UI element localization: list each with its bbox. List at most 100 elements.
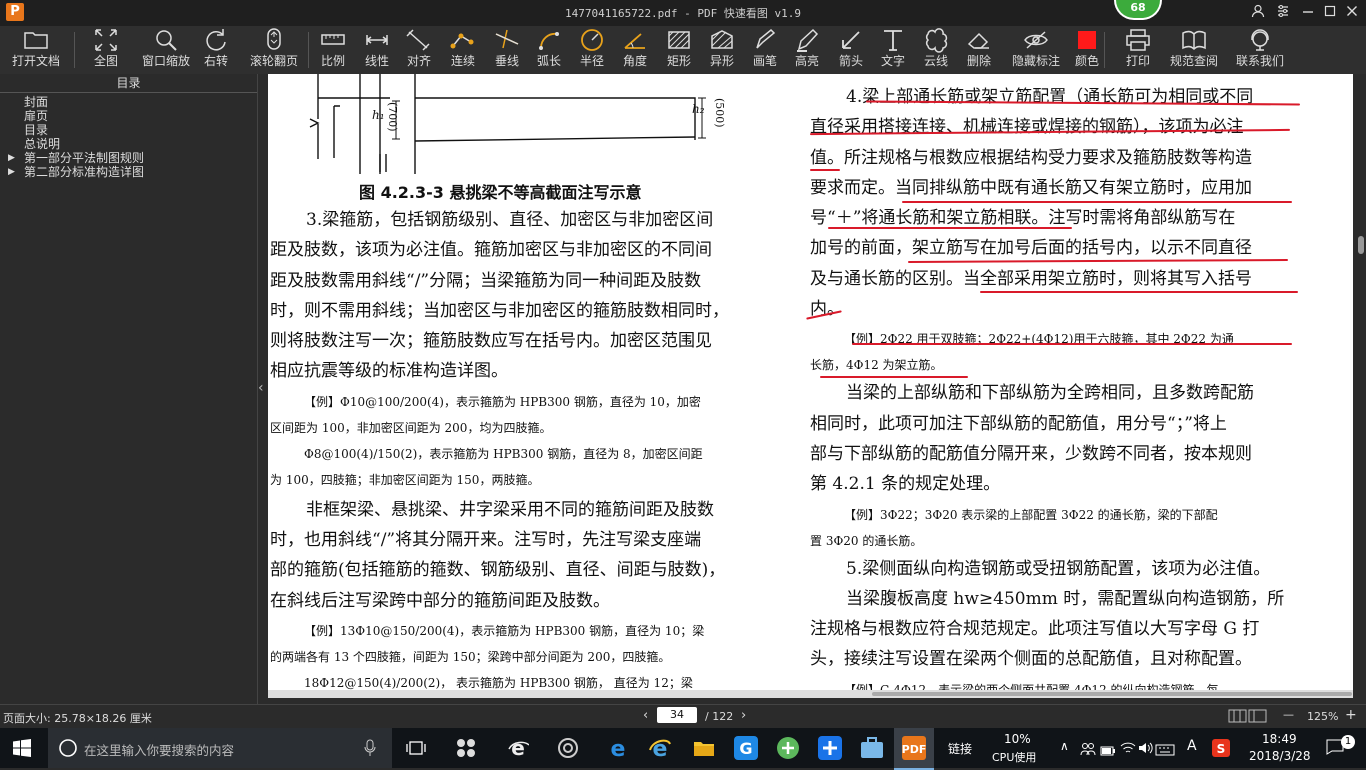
- volume-icon[interactable]: [1138, 740, 1154, 759]
- clock-date[interactable]: 2018/3/28: [1249, 749, 1311, 763]
- link-label[interactable]: 链接: [948, 740, 972, 757]
- windows-start-icon[interactable]: [8, 734, 36, 762]
- app-g-icon[interactable]: G: [732, 734, 760, 762]
- toolbar-perp-button[interactable]: 垂线: [490, 26, 524, 74]
- file-explorer-icon[interactable]: [690, 734, 718, 762]
- keyboard-icon[interactable]: [1155, 741, 1175, 760]
- pen-annotation[interactable]: [980, 291, 1298, 293]
- toolbar-contact-button[interactable]: 联系我们: [1230, 26, 1290, 74]
- pen-annotation[interactable]: [852, 343, 1292, 345]
- paragraph-stirrups: 3.梁箍筋，包括钢筋级别、直径、加密区与非加密区间 距及肢数，该项为必注值。箍筋…: [270, 210, 729, 382]
- toolbar-continuous-button[interactable]: 连续: [446, 26, 480, 74]
- people-icon[interactable]: [1080, 741, 1096, 760]
- support-icon: [1251, 29, 1269, 51]
- toc-item-title-page[interactable]: 扉页: [0, 109, 257, 123]
- app-blue-icon[interactable]: [816, 734, 844, 762]
- maximize-icon[interactable]: [1324, 4, 1336, 22]
- zoom-out-button[interactable]: —: [1283, 708, 1294, 721]
- toolbar-label: 垂线: [494, 54, 519, 68]
- toolbar-highlight-button[interactable]: 高亮: [790, 26, 824, 74]
- toc-item-cover[interactable]: 封面: [0, 95, 257, 109]
- battery-icon[interactable]: [1100, 742, 1116, 761]
- task-view-icon[interactable]: [402, 734, 430, 762]
- vertical-scrollbar[interactable]: [1356, 74, 1366, 698]
- next-page-icon[interactable]: ›: [741, 708, 746, 723]
- toolbar-print-button[interactable]: 打印: [1121, 26, 1155, 74]
- toolbar-open-button[interactable]: 打开文档: [6, 26, 66, 74]
- irregular-icon: [711, 30, 733, 49]
- pen-annotation[interactable]: [902, 201, 1292, 203]
- example-bottom-rebar: 【例】3Φ22；3Φ20 表示梁的上部配置 3Φ22 的通长筋，梁的下部配 置 …: [810, 507, 1218, 548]
- collapse-sidebar-icon[interactable]: ‹: [258, 380, 264, 396]
- toolbar-separator: [1104, 32, 1105, 68]
- toolbar-irregular-button[interactable]: 异形: [705, 26, 739, 74]
- browser-e-icon[interactable]: e: [504, 734, 532, 762]
- user-icon[interactable]: [1251, 4, 1265, 22]
- expand-icon[interactable]: ▶: [8, 165, 15, 179]
- expand-icon[interactable]: ▶: [8, 151, 15, 165]
- color-icon: [1078, 31, 1096, 49]
- toc-list: 封面 扉页 目录 总说明 ▶ 第一部分平法制图规则 ▶ 第二部分标准构造详图: [0, 93, 257, 179]
- fan-app-icon[interactable]: [452, 734, 480, 762]
- toolbar-zoom-button[interactable]: 窗口缩放: [136, 26, 196, 74]
- prev-page-icon[interactable]: ‹: [643, 708, 648, 723]
- toolbar-pen-button[interactable]: 画笔: [748, 26, 782, 74]
- search-box[interactable]: 在这里输入你要搜索的内容: [48, 728, 392, 768]
- toolbar-fit-button[interactable]: 全图: [89, 26, 123, 74]
- pdf-viewer-taskbar-button[interactable]: PDF: [894, 728, 934, 770]
- toolbar-rotate-button[interactable]: 右转: [199, 26, 233, 74]
- clock-time[interactable]: 18:49: [1262, 732, 1297, 746]
- toolbar-text-button[interactable]: 文字: [876, 26, 910, 74]
- pen-annotation[interactable]: [810, 169, 840, 171]
- toc-item-part1[interactable]: ▶ 第一部分平法制图规则: [0, 151, 257, 165]
- example-stirrups-3: 【例】13Φ10@150/200(4)，表示箍筋为 HPB300 钢筋，直径为 …: [270, 623, 705, 690]
- view-mode-icon[interactable]: [1228, 709, 1268, 726]
- toc-item-part2[interactable]: ▶ 第二部分标准构造详图: [0, 165, 257, 179]
- zoom-in-button[interactable]: +: [1345, 707, 1357, 723]
- toolbar-arrow-button[interactable]: 箭头: [834, 26, 868, 74]
- dim-h1: h₁: [372, 108, 385, 122]
- toolbar-color-button[interactable]: 颜色: [1070, 26, 1104, 74]
- toolbar-delete-button[interactable]: 删除: [962, 26, 996, 74]
- app-green-icon[interactable]: [774, 734, 802, 762]
- toolbar-linear-button[interactable]: 线性: [360, 26, 394, 74]
- toolbar-separator: [308, 32, 309, 68]
- svg-text:S: S: [1217, 742, 1226, 756]
- ie-icon[interactable]: e: [646, 734, 674, 762]
- zoom-level[interactable]: 125%: [1307, 710, 1338, 723]
- page-number-input[interactable]: 34: [657, 707, 697, 723]
- sogou-icon[interactable]: S: [1212, 739, 1230, 761]
- toc-item-contents[interactable]: 目录: [0, 123, 257, 137]
- pen-annotation[interactable]: [820, 376, 968, 378]
- toolbar-label: 滚轮翻页: [249, 54, 298, 68]
- toolbar-scale-button[interactable]: 比例: [316, 26, 350, 74]
- toolbar-scroll-button[interactable]: 滚轮翻页: [244, 26, 304, 74]
- toolbar-arc-button[interactable]: 弧长: [532, 26, 566, 74]
- show-hidden-icons-icon[interactable]: ∧: [1060, 739, 1069, 753]
- toolbar-angle-button[interactable]: 角度: [618, 26, 652, 74]
- document-page[interactable]: h₁ (700) h₂ (500) 图 4.2.3-3 悬挑梁不等高截面注写示意…: [268, 74, 1353, 698]
- window-title: 1477041165722.pdf - PDF 快速看图 v1.9: [564, 7, 802, 20]
- app-briefcase-icon[interactable]: [858, 734, 886, 762]
- toolbar-hide-button[interactable]: 隐藏标注: [1006, 26, 1066, 74]
- theme-icon[interactable]: [1276, 4, 1290, 22]
- horizontal-scroll-thumb[interactable]: [872, 692, 1352, 696]
- toolbar-align-button[interactable]: 对齐: [402, 26, 436, 74]
- chrome-like-icon[interactable]: [554, 734, 582, 762]
- mouse-icon: [267, 28, 281, 50]
- edge-icon[interactable]: e: [604, 734, 632, 762]
- close-icon[interactable]: [1346, 4, 1358, 22]
- microphone-icon[interactable]: [364, 739, 376, 761]
- dim-h2-value: (500): [713, 98, 726, 128]
- toolbar-cloud-button[interactable]: 云线: [919, 26, 953, 74]
- minimize-icon[interactable]: [1302, 4, 1314, 22]
- toolbar-norm-button[interactable]: 规范查阅: [1164, 26, 1224, 74]
- toolbar-rect-button[interactable]: 矩形: [662, 26, 696, 74]
- toc-item-general[interactable]: 总说明: [0, 137, 257, 151]
- pen-annotation[interactable]: [828, 227, 1072, 229]
- ime-indicator[interactable]: A: [1187, 738, 1197, 754]
- wifi-icon[interactable]: [1120, 740, 1136, 759]
- toolbar-label: 矩形: [666, 54, 691, 68]
- toolbar-radius-button[interactable]: 半径: [575, 26, 609, 74]
- vertical-scroll-thumb[interactable]: [1358, 236, 1364, 254]
